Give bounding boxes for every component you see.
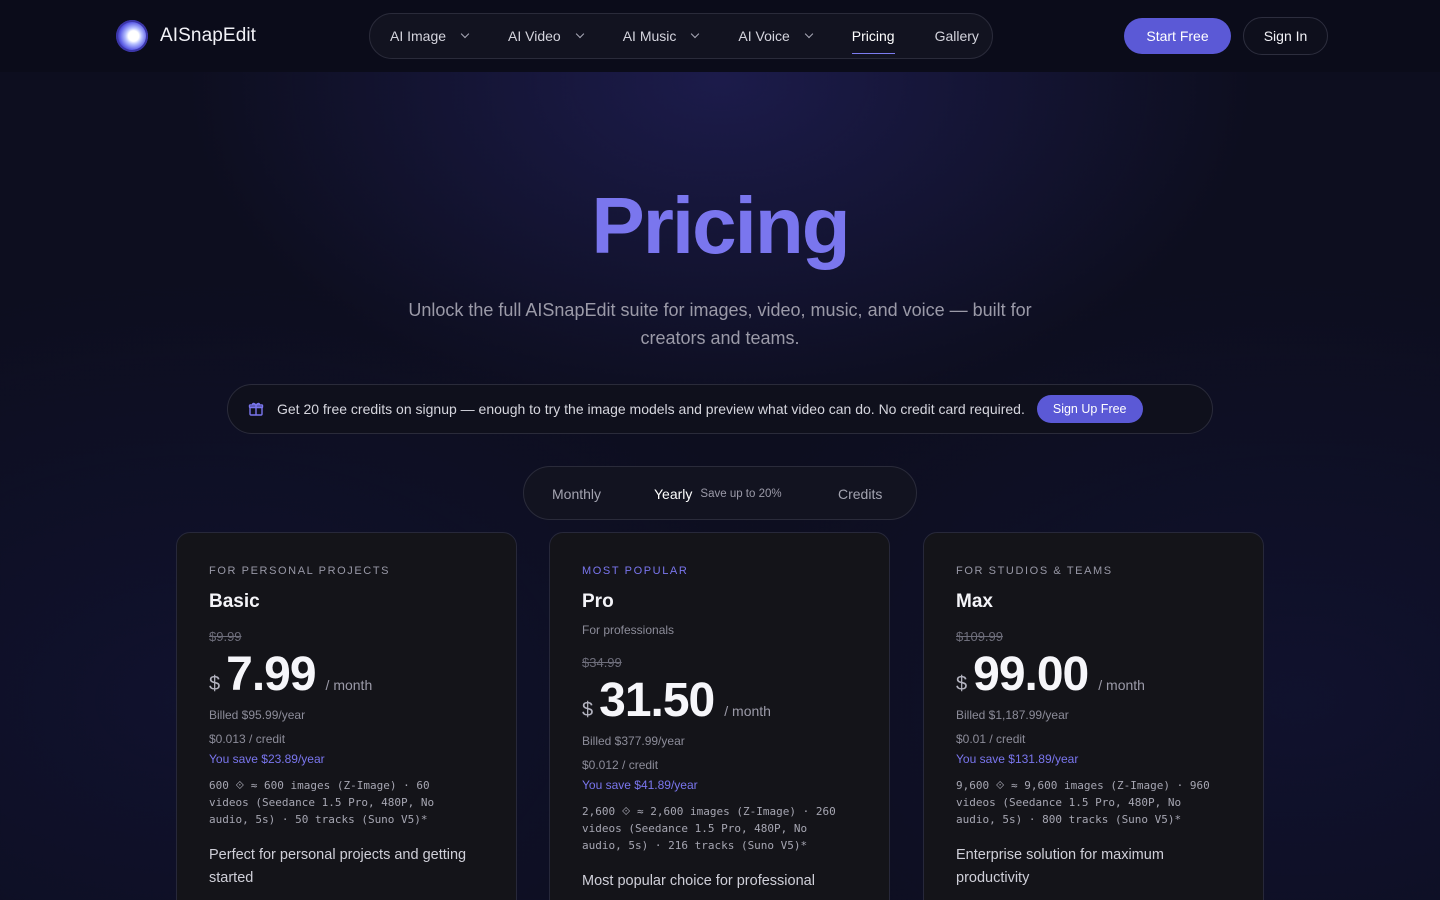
- nav-item-ai-voice[interactable]: AI Voice: [738, 13, 814, 59]
- billed-amount: Billed $377.99/year: [582, 734, 685, 748]
- price-amount: 7.99: [226, 648, 316, 701]
- plan-name: Pro: [582, 591, 614, 612]
- tab-yearly[interactable]: Yearly Save up to 20%: [654, 467, 782, 521]
- nav-item-ai-music[interactable]: AI Music: [622, 13, 700, 59]
- chevron-down-icon: [691, 29, 700, 39]
- credit-rate: $0.01 / credit: [956, 732, 1026, 746]
- plan-blurb: Most popular choice for professional: [582, 873, 815, 889]
- site-header: AISnapEdit AI Image AI Video AI Music AI…: [0, 0, 1440, 72]
- original-price: $9.99: [209, 629, 242, 644]
- sign-up-free-button[interactable]: Sign Up Free: [1036, 395, 1143, 423]
- yearly-savings: You save $131.89/year: [956, 752, 1079, 766]
- original-price: $109.99: [956, 629, 1003, 644]
- price-row: $ 7.99 / month: [209, 647, 484, 703]
- credit-rate: $0.013 / credit: [209, 732, 286, 746]
- main-nav: AI Image AI Video AI Music AI Voice Pric…: [369, 13, 993, 59]
- tab-label: Credits: [838, 486, 883, 502]
- credits-breakdown: 2,600 ⟐ ≈ 2,600 images (Z-Image) · 260 v…: [582, 805, 836, 852]
- billed-amount: Billed $95.99/year: [209, 708, 306, 722]
- sign-in-button[interactable]: Sign In: [1243, 17, 1328, 55]
- plan-blurb: Enterprise solution for maximum producti…: [956, 847, 1164, 886]
- nav-item-label: AI Voice: [738, 28, 790, 44]
- plan-name: Max: [956, 591, 993, 612]
- price-amount: 31.50: [599, 674, 715, 727]
- yearly-savings-note: Save up to 20%: [700, 488, 782, 500]
- nav-item-ai-video[interactable]: AI Video: [508, 13, 584, 59]
- plan-eyebrow: FOR STUDIOS & TEAMS: [956, 565, 1113, 577]
- price-period: / month: [1098, 677, 1145, 693]
- price-row: $ 99.00 / month: [956, 647, 1231, 703]
- plan-blurb: Perfect for personal projects and gettin…: [209, 847, 467, 886]
- currency-symbol: $: [582, 699, 594, 721]
- nav-item-ai-image[interactable]: AI Image: [390, 13, 470, 59]
- tab-label: Monthly: [552, 486, 602, 502]
- gift-icon: [248, 402, 264, 416]
- chevron-down-icon: [804, 29, 814, 39]
- credits-breakdown: 9,600 ⟐ ≈ 9,600 images (Z-Image) · 960 v…: [956, 779, 1210, 826]
- brand-name: AISnapEdit: [160, 25, 257, 46]
- page-subtitle: Unlock the full AISnapEdit suite for ima…: [408, 300, 1032, 348]
- chevron-down-icon: [575, 29, 584, 39]
- nav-item-gallery[interactable]: Gallery: [935, 13, 979, 59]
- price-period: / month: [724, 703, 771, 719]
- nav-item-label: Pricing: [851, 28, 895, 44]
- start-free-button[interactable]: Start Free: [1124, 18, 1231, 54]
- credit-rate: $0.012 / credit: [582, 758, 659, 772]
- tab-monthly[interactable]: Monthly: [552, 467, 601, 521]
- nav-item-pricing[interactable]: Pricing: [851, 13, 895, 59]
- currency-symbol: $: [209, 673, 221, 695]
- billed-amount: Billed $1,187.99/year: [956, 708, 1069, 722]
- nav-item-label: AI Video: [508, 28, 561, 44]
- nav-item-label: AI Music: [622, 28, 677, 44]
- plan-eyebrow: MOST POPULAR: [582, 565, 689, 577]
- yearly-savings: You save $41.89/year: [582, 778, 698, 792]
- plan-card-pro: MOST POPULAR Pro For professionals $34.9…: [549, 532, 890, 900]
- yearly-savings: You save $23.89/year: [209, 752, 325, 766]
- nav-item-label: Gallery: [934, 28, 979, 44]
- plan-description: For professionals: [582, 623, 675, 637]
- plan-name: Basic: [209, 591, 260, 612]
- plan-card-max: FOR STUDIOS & TEAMS Max $109.99 $ 99.00 …: [923, 532, 1264, 900]
- brand[interactable]: AISnapEdit: [116, 20, 256, 52]
- nav-item-label: AI Image: [390, 28, 447, 44]
- promo-text: Get 20 free credits on signup — enough t…: [277, 401, 1025, 417]
- tab-credits[interactable]: Credits: [838, 467, 882, 521]
- plan-eyebrow: FOR PERSONAL PROJECTS: [209, 565, 391, 577]
- free-credits-banner: Get 20 free credits on signup — enough t…: [227, 384, 1213, 434]
- billing-period-toggle: Monthly Yearly Save up to 20% Credits: [523, 466, 917, 520]
- tab-label: Yearly: [654, 486, 693, 502]
- plan-card-basic: FOR PERSONAL PROJECTS Basic $9.99 $ 7.99…: [176, 532, 517, 900]
- brand-logo-icon: [116, 20, 148, 52]
- price-row: $ 31.50 / month: [582, 673, 857, 729]
- chevron-down-icon: [460, 29, 470, 39]
- credits-breakdown: 600 ⟐ ≈ 600 images (Z-Image) · 60 videos…: [209, 779, 435, 826]
- price-period: / month: [325, 677, 373, 693]
- page-title: Pricing: [591, 181, 850, 270]
- price-amount: 99.00: [973, 648, 1089, 701]
- currency-symbol: $: [956, 673, 968, 695]
- original-price: $34.99: [582, 655, 622, 670]
